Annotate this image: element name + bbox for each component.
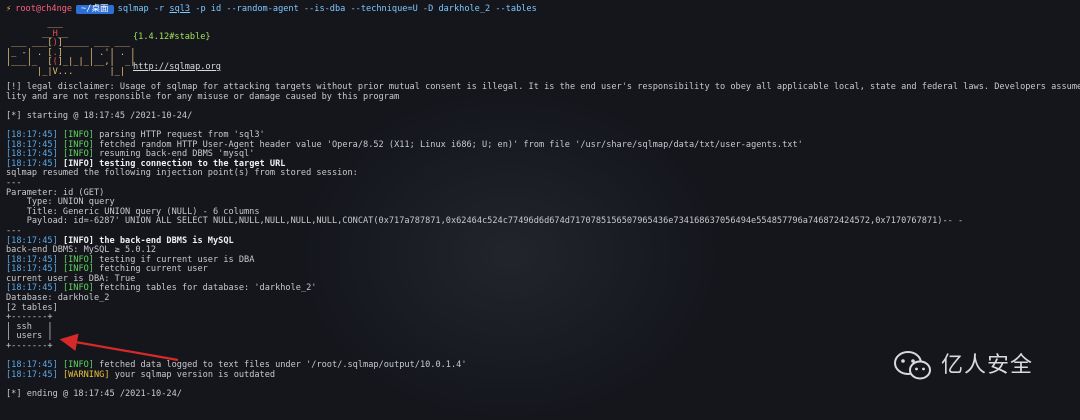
watermark-logo: 亿人安全 <box>893 350 1033 382</box>
watermark-text: 亿人安全 <box>941 353 1034 379</box>
wechat-icon <box>894 351 931 380</box>
